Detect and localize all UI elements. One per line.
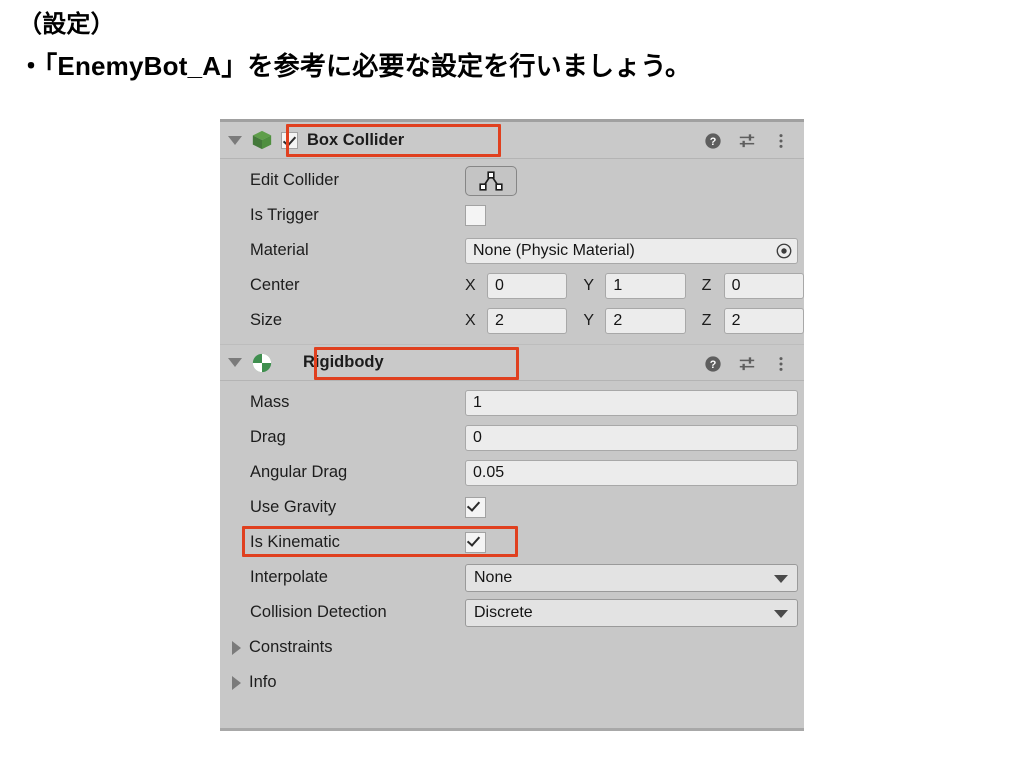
center-label: Center [250, 276, 300, 294]
rigidbody-title: Rigidbody [303, 353, 384, 371]
more-menu-icon[interactable] [772, 355, 790, 373]
size-y-value: 2 [613, 311, 623, 329]
is-trigger-label: Is Trigger [250, 206, 319, 224]
rigidbody-header[interactable]: Rigidbody ? [220, 344, 804, 381]
svg-text:?: ? [710, 136, 717, 148]
angular-drag-label: Angular Drag [250, 463, 348, 481]
heading-line-settings: （設定） [18, 11, 115, 38]
size-axis-x-label: X [465, 311, 476, 329]
heading-line-instruction: ・「EnemyBot_A」を参考に必要な設定を行いましょう。 [18, 51, 692, 81]
rigidbody-icon [252, 353, 272, 372]
size-y-input[interactable]: 2 [605, 307, 686, 334]
box-collider-rows: Edit Collider Is Trigger Material None (… [220, 159, 804, 344]
use-gravity-checkbox[interactable] [465, 497, 486, 518]
box-collider-enabled-checkbox[interactable] [281, 131, 298, 149]
size-axis-z-label: Z [701, 311, 712, 329]
row-size: Size X 2 Y 2 Z 2 [220, 303, 804, 338]
interpolate-value: None [474, 568, 513, 586]
object-picker-icon[interactable] [775, 242, 793, 260]
chevron-right-icon[interactable] [232, 675, 241, 690]
chevron-down-icon [774, 574, 788, 583]
use-gravity-label: Use Gravity [250, 498, 337, 516]
center-axis-z-label: Z [701, 276, 712, 294]
center-y-input[interactable]: 1 [605, 272, 686, 299]
center-axis-y-label: Y [583, 276, 594, 294]
row-center: Center X 0 Y 1 Z 0 [220, 268, 804, 303]
row-use-gravity: Use Gravity [220, 490, 804, 525]
collision-detection-value: Discrete [474, 603, 533, 621]
row-angular-drag: Angular Drag 0.05 [220, 455, 804, 490]
svg-text:?: ? [710, 359, 717, 371]
size-axis-y-label: Y [583, 311, 594, 329]
size-x-value: 2 [495, 311, 504, 329]
constraints-label: Constraints [249, 638, 333, 656]
size-x-input[interactable]: 2 [487, 307, 568, 334]
panel-bottom-spacer [220, 700, 804, 722]
size-z-input[interactable]: 2 [723, 307, 804, 334]
row-edit-collider: Edit Collider [220, 163, 804, 198]
rigidbody-rows: Mass 1 Drag 0 Angular Drag 0.05 Use Grav… [220, 381, 804, 728]
row-drag: Drag 0 [220, 420, 804, 455]
drag-input[interactable]: 0 [465, 424, 798, 451]
interpolate-dropdown[interactable]: None [465, 563, 798, 592]
drag-label: Drag [250, 428, 286, 446]
center-x-input[interactable]: 0 [487, 272, 568, 299]
row-is-trigger: Is Trigger [220, 198, 804, 233]
box-collider-title: Box Collider [307, 130, 405, 149]
help-icon[interactable]: ? [704, 132, 722, 150]
box-collider-icon [252, 130, 272, 150]
row-constraints[interactable]: Constraints [220, 630, 804, 665]
preset-icon[interactable] [738, 355, 756, 373]
component-box-collider: Box Collider ? Edit Collider Is Trigger … [220, 122, 804, 344]
edit-collider-button[interactable] [465, 165, 517, 196]
unity-inspector-panel: Box Collider ? Edit Collider Is Trigger … [220, 119, 804, 731]
angular-drag-input[interactable]: 0.05 [465, 459, 798, 486]
mass-label: Mass [250, 393, 290, 411]
material-label: Material [250, 241, 309, 259]
drag-value: 0 [473, 428, 482, 446]
collision-detection-dropdown[interactable]: Discrete [465, 598, 798, 627]
preset-icon[interactable] [738, 132, 756, 150]
edit-collider-icon [479, 170, 503, 191]
center-x-value: 0 [495, 276, 504, 294]
material-field[interactable]: None (Physic Material) [465, 237, 798, 264]
box-collider-header[interactable]: Box Collider ? [220, 122, 804, 159]
chevron-down-icon [774, 609, 788, 618]
collision-detection-label: Collision Detection [250, 603, 387, 621]
angular-drag-value: 0.05 [473, 463, 505, 481]
center-y-value: 1 [613, 276, 623, 294]
slide-heading: （設定） ・「EnemyBot_A」を参考に必要な設定を行いましょう。 [18, 8, 978, 86]
is-kinematic-checkbox[interactable] [465, 532, 486, 553]
more-menu-icon[interactable] [772, 132, 790, 150]
is-kinematic-label: Is Kinematic [250, 533, 340, 551]
edit-collider-label: Edit Collider [250, 171, 339, 189]
size-label: Size [250, 311, 283, 329]
row-material: Material None (Physic Material) [220, 233, 804, 268]
info-label: Info [249, 673, 277, 691]
rigidbody-header-icons: ? [704, 345, 790, 382]
component-rigidbody: Rigidbody ? Mass 1 Drag 0 Angular Drag 0… [220, 344, 804, 728]
chevron-right-icon[interactable] [232, 640, 241, 655]
mass-input[interactable]: 1 [465, 389, 798, 416]
row-is-kinematic: Is Kinematic [220, 525, 804, 560]
size-z-value: 2 [731, 311, 741, 329]
center-z-input[interactable]: 0 [723, 272, 804, 299]
material-value: None (Physic Material) [473, 241, 635, 259]
help-icon[interactable]: ? [704, 355, 722, 373]
center-axis-x-label: X [465, 276, 476, 294]
is-trigger-checkbox[interactable] [465, 205, 486, 226]
row-interpolate: Interpolate None [220, 560, 804, 595]
interpolate-label: Interpolate [250, 568, 328, 586]
box-collider-header-icons: ? [704, 122, 790, 159]
chevron-down-icon[interactable] [228, 358, 242, 367]
mass-value: 1 [473, 393, 482, 411]
chevron-down-icon[interactable] [228, 135, 242, 145]
row-collision-detection: Collision Detection Discrete [220, 595, 804, 630]
center-z-value: 0 [731, 276, 741, 294]
row-mass: Mass 1 [220, 385, 804, 420]
row-info[interactable]: Info [220, 665, 804, 700]
